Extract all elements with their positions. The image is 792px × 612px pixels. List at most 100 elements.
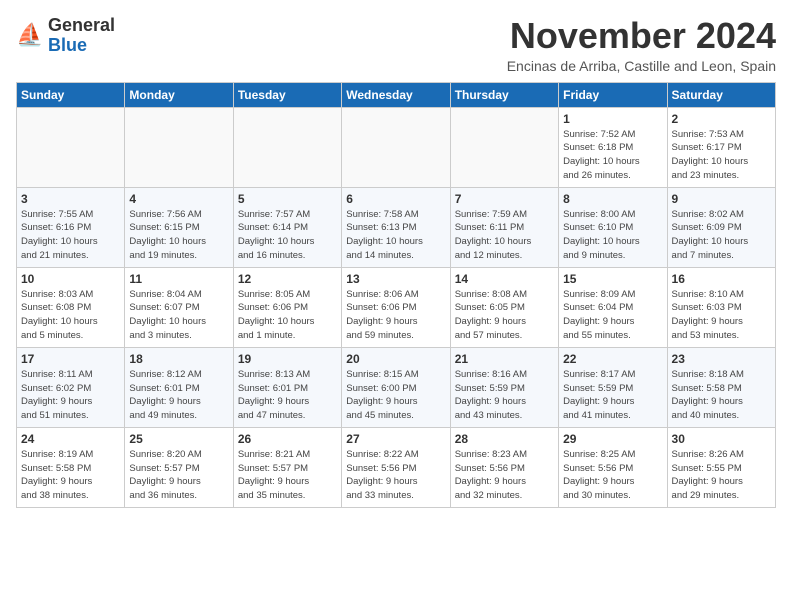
day-number: 16 [672,272,771,286]
calendar-week-1: 1 Sunrise: 7:52 AM Sunset: 6:18 PM Daylig… [17,107,776,187]
calendar-cell: 17 Sunrise: 8:11 AM Sunset: 6:02 PM Dayli… [17,347,125,427]
calendar-cell: 22 Sunrise: 8:17 AM Sunset: 5:59 PM Dayli… [559,347,667,427]
calendar-week-2: 3 Sunrise: 7:55 AM Sunset: 6:16 PM Daylig… [17,187,776,267]
day-number: 5 [238,192,337,206]
calendar-cell: 28 Sunrise: 8:23 AM Sunset: 5:56 PM Dayli… [450,427,558,507]
day-info: Sunrise: 7:53 AM Sunset: 6:17 PM Dayligh… [672,128,771,183]
calendar-cell: 2Sunrise: 7:53 AM Sunset: 6:17 PM Daylig… [667,107,775,187]
day-number: 25 [129,432,228,446]
day-number: 13 [346,272,445,286]
logo-blue: Blue [48,35,87,55]
calendar-table: SundayMondayTuesdayWednesdayThursdayFrid… [16,82,776,508]
calendar-cell [450,107,558,187]
calendar-cell: 16 Sunrise: 8:10 AM Sunset: 6:03 PM Dayli… [667,267,775,347]
day-info: Sunrise: 8:11 AM Sunset: 6:02 PM Dayligh… [21,368,120,423]
day-info: Sunrise: 8:06 AM Sunset: 6:06 PM Dayligh… [346,288,445,343]
day-number: 15 [563,272,662,286]
day-number: 14 [455,272,554,286]
calendar-cell: 23 Sunrise: 8:18 AM Sunset: 5:58 PM Dayli… [667,347,775,427]
calendar-cell: 11Sunrise: 8:04 AM Sunset: 6:07 PM Dayli… [125,267,233,347]
day-info: Sunrise: 7:59 AM Sunset: 6:11 PM Dayligh… [455,208,554,263]
calendar-cell: 7 Sunrise: 7:59 AM Sunset: 6:11 PM Daylig… [450,187,558,267]
day-number: 1 [563,112,662,126]
calendar-cell: 13 Sunrise: 8:06 AM Sunset: 6:06 PM Dayli… [342,267,450,347]
day-info: Sunrise: 8:18 AM Sunset: 5:58 PM Dayligh… [672,368,771,423]
calendar-cell: 27Sunrise: 8:22 AM Sunset: 5:56 PM Dayli… [342,427,450,507]
day-info: Sunrise: 8:05 AM Sunset: 6:06 PM Dayligh… [238,288,337,343]
day-info: Sunrise: 8:02 AM Sunset: 6:09 PM Dayligh… [672,208,771,263]
calendar-week-3: 10 Sunrise: 8:03 AM Sunset: 6:08 PM Dayli… [17,267,776,347]
day-number: 7 [455,192,554,206]
logo: ⛵ General Blue [16,16,115,56]
day-number: 6 [346,192,445,206]
day-info: Sunrise: 8:13 AM Sunset: 6:01 PM Dayligh… [238,368,337,423]
day-number: 23 [672,352,771,366]
calendar-week-5: 24 Sunrise: 8:19 AM Sunset: 5:58 PM Dayli… [17,427,776,507]
calendar-cell: 10 Sunrise: 8:03 AM Sunset: 6:08 PM Dayli… [17,267,125,347]
title-area: November 2024 Encinas de Arriba, Castill… [507,16,776,74]
day-info: Sunrise: 8:03 AM Sunset: 6:08 PM Dayligh… [21,288,120,343]
day-number: 18 [129,352,228,366]
calendar-cell: 20 Sunrise: 8:15 AM Sunset: 6:00 PM Dayli… [342,347,450,427]
calendar-cell: 4Sunrise: 7:56 AM Sunset: 6:15 PM Daylig… [125,187,233,267]
day-info: Sunrise: 8:20 AM Sunset: 5:57 PM Dayligh… [129,448,228,503]
day-number: 29 [563,432,662,446]
day-number: 28 [455,432,554,446]
calendar-cell: 9Sunrise: 8:02 AM Sunset: 6:09 PM Daylig… [667,187,775,267]
subtitle: Encinas de Arriba, Castille and Leon, Sp… [507,58,776,74]
day-info: Sunrise: 8:26 AM Sunset: 5:55 PM Dayligh… [672,448,771,503]
day-info: Sunrise: 7:58 AM Sunset: 6:13 PM Dayligh… [346,208,445,263]
day-number: 27 [346,432,445,446]
svg-text:⛵: ⛵ [16,22,43,47]
calendar-cell: 21 Sunrise: 8:16 AM Sunset: 5:59 PM Dayli… [450,347,558,427]
day-info: Sunrise: 7:57 AM Sunset: 6:14 PM Dayligh… [238,208,337,263]
day-number: 12 [238,272,337,286]
calendar-cell: 24 Sunrise: 8:19 AM Sunset: 5:58 PM Dayli… [17,427,125,507]
day-info: Sunrise: 8:21 AM Sunset: 5:57 PM Dayligh… [238,448,337,503]
calendar-cell: 25 Sunrise: 8:20 AM Sunset: 5:57 PM Dayli… [125,427,233,507]
month-title: November 2024 [507,16,776,56]
calendar-cell: 1 Sunrise: 7:52 AM Sunset: 6:18 PM Daylig… [559,107,667,187]
day-number: 10 [21,272,120,286]
day-info: Sunrise: 8:19 AM Sunset: 5:58 PM Dayligh… [21,448,120,503]
calendar-cell: 8Sunrise: 8:00 AM Sunset: 6:10 PM Daylig… [559,187,667,267]
day-number: 3 [21,192,120,206]
day-info: Sunrise: 7:55 AM Sunset: 6:16 PM Dayligh… [21,208,120,263]
day-header-monday: Monday [125,82,233,107]
calendar-cell [233,107,341,187]
day-info: Sunrise: 7:52 AM Sunset: 6:18 PM Dayligh… [563,128,662,183]
calendar-cell: 14Sunrise: 8:08 AM Sunset: 6:05 PM Dayli… [450,267,558,347]
day-number: 17 [21,352,120,366]
day-info: Sunrise: 8:16 AM Sunset: 5:59 PM Dayligh… [455,368,554,423]
day-header-wednesday: Wednesday [342,82,450,107]
day-number: 24 [21,432,120,446]
day-info: Sunrise: 8:25 AM Sunset: 5:56 PM Dayligh… [563,448,662,503]
day-info: Sunrise: 8:17 AM Sunset: 5:59 PM Dayligh… [563,368,662,423]
day-info: Sunrise: 8:04 AM Sunset: 6:07 PM Dayligh… [129,288,228,343]
day-header-friday: Friday [559,82,667,107]
calendar-cell: 6 Sunrise: 7:58 AM Sunset: 6:13 PM Daylig… [342,187,450,267]
calendar-cell: 5 Sunrise: 7:57 AM Sunset: 6:14 PM Daylig… [233,187,341,267]
page-header: ⛵ General Blue November 2024 Encinas de … [16,16,776,74]
day-number: 26 [238,432,337,446]
calendar-cell: 29 Sunrise: 8:25 AM Sunset: 5:56 PM Dayli… [559,427,667,507]
calendar-header: SundayMondayTuesdayWednesdayThursdayFrid… [17,82,776,107]
calendar-cell [125,107,233,187]
day-info: Sunrise: 8:23 AM Sunset: 5:56 PM Dayligh… [455,448,554,503]
day-number: 30 [672,432,771,446]
calendar-cell: 30 Sunrise: 8:26 AM Sunset: 5:55 PM Dayli… [667,427,775,507]
day-number: 21 [455,352,554,366]
day-number: 20 [346,352,445,366]
day-info: Sunrise: 7:56 AM Sunset: 6:15 PM Dayligh… [129,208,228,263]
day-info: Sunrise: 8:10 AM Sunset: 6:03 PM Dayligh… [672,288,771,343]
calendar-cell: 19Sunrise: 8:13 AM Sunset: 6:01 PM Dayli… [233,347,341,427]
day-header-tuesday: Tuesday [233,82,341,107]
day-info: Sunrise: 8:15 AM Sunset: 6:00 PM Dayligh… [346,368,445,423]
logo-icon: ⛵ [16,22,44,50]
calendar-cell: 12 Sunrise: 8:05 AM Sunset: 6:06 PM Dayli… [233,267,341,347]
calendar-cell: 3 Sunrise: 7:55 AM Sunset: 6:16 PM Daylig… [17,187,125,267]
day-header-thursday: Thursday [450,82,558,107]
logo-general: General [48,15,115,35]
day-number: 8 [563,192,662,206]
day-number: 22 [563,352,662,366]
